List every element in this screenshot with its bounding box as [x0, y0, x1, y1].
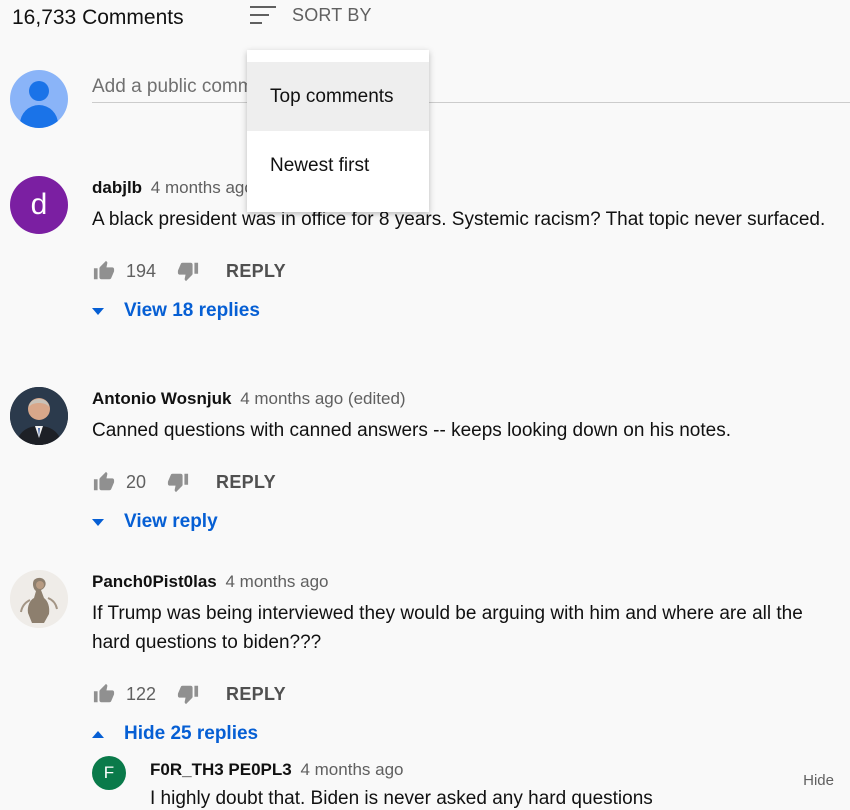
- sort-option-top[interactable]: Top comments: [247, 62, 429, 131]
- comment-actions: 122 REPLY: [92, 679, 832, 709]
- comment-text: A black president was in office for 8 ye…: [92, 209, 826, 230]
- avatar[interactable]: [10, 570, 68, 628]
- hide-replies-button[interactable]: Hide 25 replies: [92, 719, 832, 749]
- chevron-down-icon: [92, 307, 104, 315]
- sort-label: SORT BY: [292, 4, 372, 25]
- like-count: 122: [126, 683, 157, 704]
- sort-icon: [250, 4, 276, 26]
- comment-text: If Trump was being interviewed they woul…: [92, 603, 803, 653]
- replies-label: View 18 replies: [124, 300, 260, 321]
- avatar[interactable]: d: [10, 176, 68, 234]
- add-comment-row: [10, 70, 850, 130]
- comment-text: Canned questions with canned answers -- …: [92, 420, 731, 441]
- default-avatar-icon: [10, 70, 68, 128]
- like-count: 20: [126, 471, 147, 492]
- author-name[interactable]: Panch0Pist0las: [92, 572, 217, 591]
- view-replies-button[interactable]: View reply: [92, 507, 832, 537]
- comment-meta: F0R_TH3 PE0PL3 4 months ago: [150, 758, 403, 782]
- comments-header: 16,733 Comments SORT BY: [12, 4, 842, 32]
- comment-actions: 20 REPLY: [92, 467, 832, 497]
- sort-menu: Top comments Newest first: [247, 50, 429, 212]
- comment-meta: Panch0Pist0las 4 months ago: [92, 570, 832, 594]
- thumb-down-icon[interactable]: [166, 471, 190, 493]
- author-name[interactable]: Antonio Wosnjuk: [92, 389, 231, 408]
- sort-option-newest[interactable]: Newest first: [247, 131, 429, 200]
- avatar[interactable]: [10, 387, 68, 445]
- comment-time[interactable]: 4 months ago (edited): [240, 389, 405, 408]
- reply-button[interactable]: REPLY: [226, 684, 286, 705]
- profile-photo-icon: [10, 387, 68, 445]
- comment-meta: Antonio Wosnjuk 4 months ago (edited): [92, 387, 832, 411]
- thumb-up-icon[interactable]: [92, 683, 116, 705]
- reply-button[interactable]: REPLY: [216, 472, 276, 493]
- comment-time[interactable]: 4 months ago: [300, 760, 403, 779]
- comment-time[interactable]: 4 months ago: [151, 178, 254, 197]
- chevron-up-icon: [92, 730, 104, 738]
- replies-label: Hide 25 replies: [124, 723, 259, 744]
- thumb-up-icon[interactable]: [92, 471, 116, 493]
- comment-time[interactable]: 4 months ago: [225, 572, 328, 591]
- view-replies-button[interactable]: View 18 replies: [92, 296, 832, 326]
- thumb-up-icon[interactable]: [92, 260, 116, 282]
- replies-label: View reply: [124, 511, 218, 532]
- author-name[interactable]: dabjlb: [92, 178, 142, 197]
- comment-meta: dabjlb 4 months ago: [92, 176, 832, 200]
- comment-count: 16,733 Comments: [12, 6, 184, 29]
- reply-button[interactable]: REPLY: [226, 261, 286, 282]
- profile-photo-icon: [10, 570, 68, 628]
- thumb-down-icon[interactable]: [176, 683, 200, 705]
- avatar[interactable]: F: [92, 756, 126, 790]
- sort-button[interactable]: SORT BY: [250, 4, 372, 26]
- add-comment-input[interactable]: [92, 72, 850, 103]
- thumb-down-icon[interactable]: [176, 260, 200, 282]
- chevron-down-icon: [92, 518, 104, 526]
- author-name[interactable]: F0R_TH3 PE0PL3: [150, 760, 292, 779]
- comment-actions: 194 REPLY: [92, 256, 832, 286]
- comment-text: I highly doubt that. Biden is never aske…: [150, 788, 653, 809]
- hide-button[interactable]: Hide: [803, 772, 834, 789]
- like-count: 194: [126, 260, 157, 281]
